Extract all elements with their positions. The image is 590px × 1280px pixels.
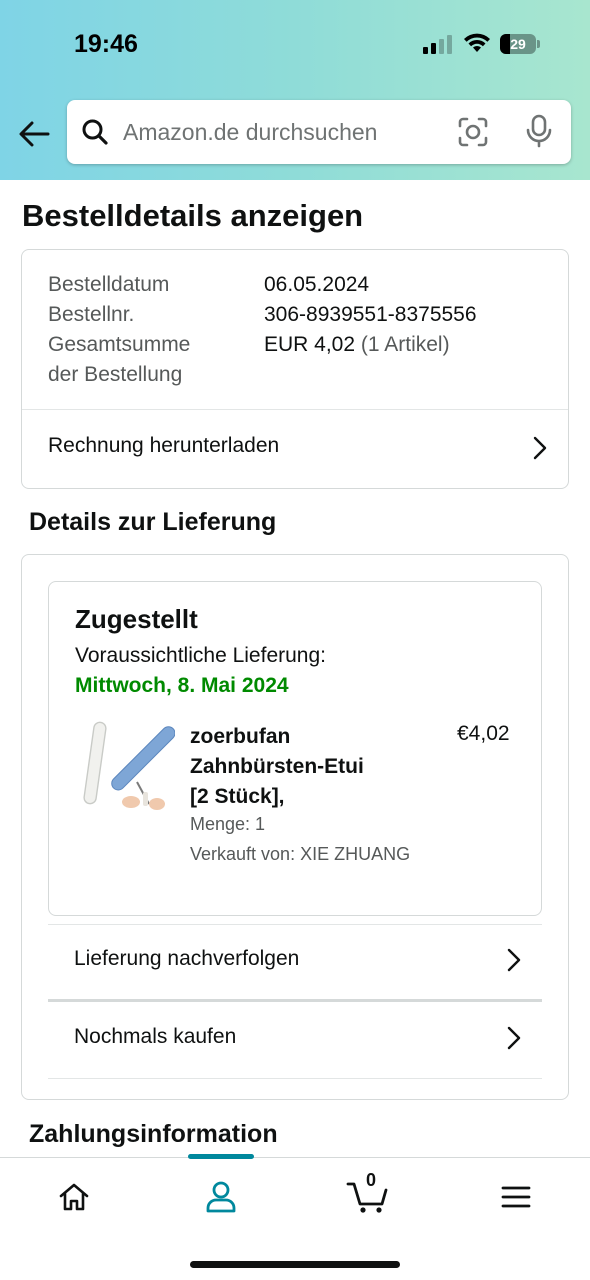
order-total-value: EUR 4,02 (1 Artikel) bbox=[264, 333, 450, 357]
order-number-label: Bestellnr. bbox=[48, 303, 135, 326]
track-delivery-link[interactable]: Lieferung nachverfolgen bbox=[48, 925, 542, 999]
wifi-icon bbox=[464, 33, 490, 52]
order-item-count: (1 Artikel) bbox=[360, 333, 450, 356]
arrow-left-icon bbox=[19, 121, 50, 147]
nav-account[interactable] bbox=[191, 1172, 251, 1222]
shipment-box: Zugestellt Voraussichtliche Lieferung: M… bbox=[48, 581, 542, 916]
order-total-label: Gesamtsumme bbox=[48, 333, 191, 356]
search-icon bbox=[82, 119, 108, 145]
track-delivery-label: Lieferung nachverfolgen bbox=[74, 947, 300, 970]
order-number-value: 306-8939551-8375556 bbox=[264, 303, 477, 326]
product-name-line1: zoerbufan bbox=[190, 725, 291, 748]
microphone-icon[interactable] bbox=[524, 114, 554, 148]
battery-level: 29 bbox=[510, 36, 526, 52]
search-bar[interactable] bbox=[67, 100, 571, 164]
divider bbox=[48, 1078, 542, 1079]
product-image[interactable] bbox=[79, 720, 175, 816]
order-date-label: Bestelldatum bbox=[48, 273, 170, 296]
delivery-status: Zugestellt bbox=[75, 604, 198, 634]
chevron-right-icon bbox=[533, 436, 547, 460]
product-name[interactable]: zoerbufan Zahnbürsten-Etui [2 Stück], bbox=[190, 722, 410, 812]
camera-scan-icon[interactable] bbox=[457, 116, 489, 148]
battery-icon: 29 bbox=[500, 34, 540, 54]
product-name-line2: Zahnbürsten-Etui bbox=[190, 755, 364, 778]
order-summary-card: Bestelldatum 06.05.2024 Bestellnr. 306-8… bbox=[21, 249, 569, 489]
nav-home[interactable] bbox=[44, 1172, 104, 1222]
cart-count: 0 bbox=[366, 1170, 377, 1190]
order-total-label-line2: der Bestellung bbox=[48, 363, 183, 386]
delivery-card: Zugestellt Voraussichtliche Lieferung: M… bbox=[21, 554, 569, 1100]
home-indicator bbox=[190, 1261, 400, 1268]
cellular-signal-icon bbox=[423, 34, 453, 54]
product-price: €4,02 bbox=[457, 722, 510, 745]
product-quantity: Menge: 1 bbox=[190, 814, 266, 834]
account-icon bbox=[206, 1181, 236, 1213]
nav-cart[interactable]: 0 bbox=[338, 1170, 398, 1222]
delivery-details-heading: Details zur Lieferung bbox=[29, 508, 277, 536]
product-name-line3: [2 Stück], bbox=[190, 785, 285, 808]
download-invoice-link[interactable]: Rechnung herunterladen bbox=[22, 410, 568, 488]
order-total-amount: EUR 4,02 bbox=[264, 333, 356, 356]
active-tab-indicator bbox=[188, 1154, 254, 1159]
buy-again-label: Nochmals kaufen bbox=[74, 1025, 237, 1048]
nav-menu[interactable] bbox=[486, 1172, 546, 1222]
order-date-value: 06.05.2024 bbox=[264, 273, 370, 296]
search-input[interactable] bbox=[123, 112, 443, 152]
menu-icon bbox=[501, 1186, 531, 1208]
chevron-right-icon bbox=[507, 1026, 521, 1050]
delivery-eta-date: Mittwoch, 8. Mai 2024 bbox=[75, 674, 289, 697]
download-invoice-label: Rechnung herunterladen bbox=[48, 434, 280, 457]
back-button[interactable] bbox=[14, 116, 54, 152]
home-icon bbox=[59, 1183, 89, 1211]
page-title: Bestelldetails anzeigen bbox=[22, 198, 364, 233]
chevron-right-icon bbox=[507, 948, 521, 972]
status-time: 19:46 bbox=[74, 30, 138, 58]
product-seller: Verkauft von: XIE ZHUANG bbox=[190, 844, 411, 864]
buy-again-link[interactable]: Nochmals kaufen bbox=[48, 1002, 542, 1078]
delivery-eta-label: Voraussichtliche Lieferung: bbox=[75, 644, 326, 667]
top-header: 19:46 29 bbox=[0, 0, 590, 180]
payment-info-heading: Zahlungsinformation bbox=[29, 1120, 278, 1148]
